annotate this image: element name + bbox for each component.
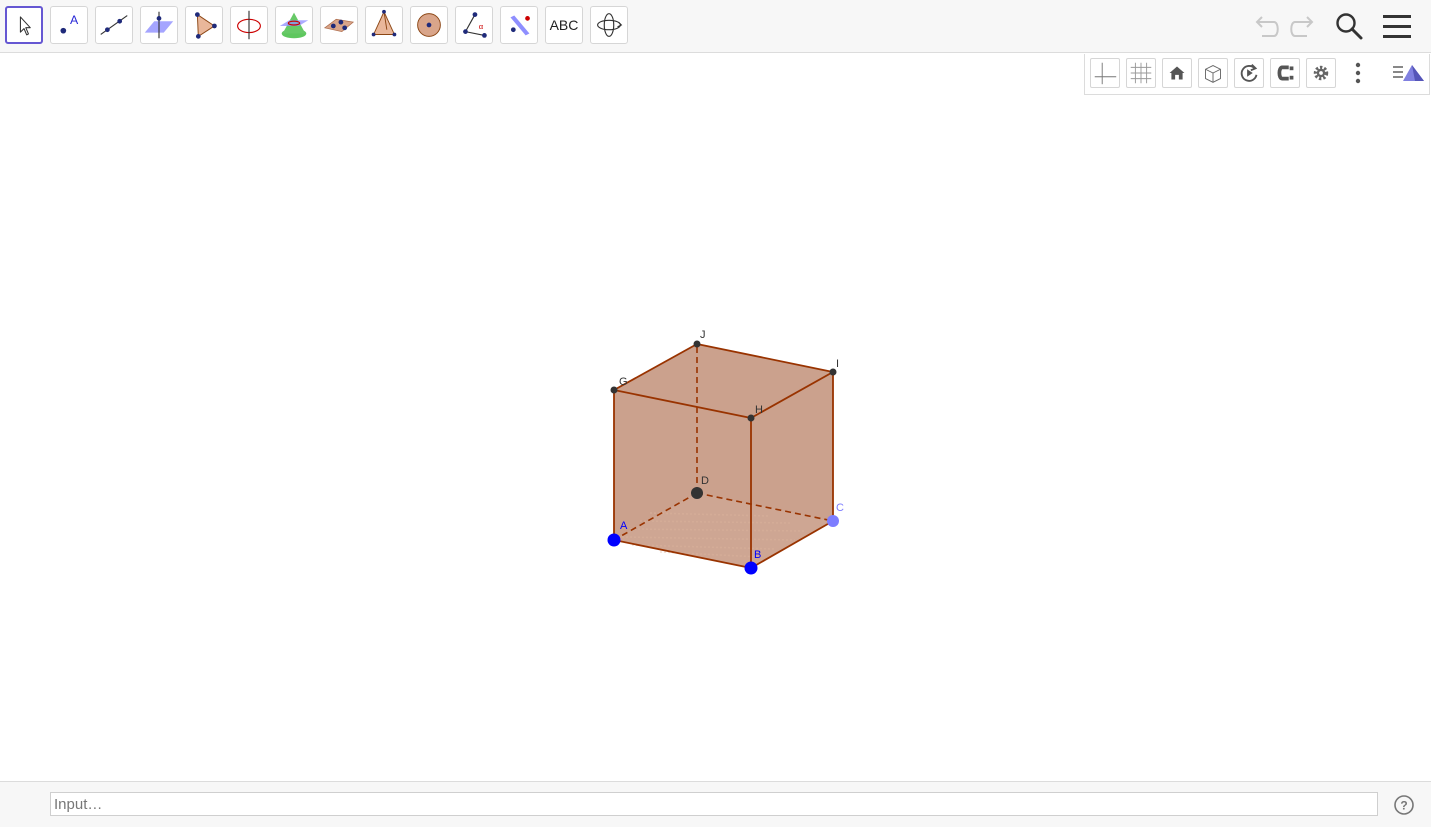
intersect-surfaces-tool-button[interactable] [275, 6, 313, 44]
search-button[interactable] [1331, 8, 1367, 44]
reflect-tool-button[interactable] [500, 6, 538, 44]
circle-axis-icon [237, 10, 261, 40]
text-icon: ABC [549, 17, 579, 33]
cone-plane-icon [279, 12, 309, 39]
point-label-h: H [755, 404, 763, 416]
perpendicular-line-icon [144, 11, 174, 39]
point-label-b: B [754, 549, 761, 561]
input-bar: ? [0, 781, 1431, 827]
algebra-input-field[interactable] [50, 792, 1378, 816]
arrow-cursor-icon [19, 16, 31, 36]
line-icon [100, 15, 128, 35]
polygon-tool-button[interactable] [185, 6, 223, 44]
point-label-d: D [701, 475, 709, 487]
face-front [614, 390, 751, 568]
point-label-j: J [700, 329, 706, 341]
rotate-view-tool-button[interactable] [590, 6, 628, 44]
sphere-tool-button[interactable] [410, 6, 448, 44]
toolbar: A α ABC [0, 0, 1431, 53]
rotate-view-icon [597, 13, 623, 37]
reflect-plane-icon [510, 15, 530, 36]
text-tool-button[interactable]: ABC [545, 6, 583, 44]
point-label-c: C [836, 502, 844, 514]
help-icon: ? [1394, 795, 1414, 815]
angle-icon: α [463, 12, 487, 38]
point-b[interactable] [744, 561, 758, 575]
undo-button[interactable] [1248, 8, 1284, 44]
pyramid-tool-button[interactable] [365, 6, 403, 44]
graphics-3d-view[interactable]: A B C D G H I J [0, 53, 1431, 780]
line-tool-button[interactable] [95, 6, 133, 44]
point-h[interactable] [747, 414, 755, 422]
redo-button[interactable] [1285, 8, 1321, 44]
plane-tool-button[interactable] [320, 6, 358, 44]
redo-icon [1290, 16, 1314, 37]
svg-text:?: ? [1400, 799, 1407, 813]
cube-drawing: A B C D G H I J [607, 329, 844, 575]
pyramid-icon [371, 9, 397, 37]
svg-text:α: α [479, 22, 484, 31]
circle-axis-tool-button[interactable] [230, 6, 268, 44]
main-menu-button[interactable] [1379, 8, 1415, 44]
move-tool-button[interactable] [5, 6, 43, 44]
search-icon [1336, 13, 1363, 40]
point-tool-button[interactable]: A [50, 6, 88, 44]
sphere-icon [417, 13, 441, 37]
menu-icon [1383, 15, 1411, 38]
undo-icon [1255, 16, 1279, 37]
point-icon: A [60, 13, 79, 34]
point-c[interactable] [827, 515, 839, 527]
point-j[interactable] [693, 340, 701, 348]
angle-tool-button[interactable]: α [455, 6, 493, 44]
plane-points-icon [323, 18, 355, 33]
point-label-g: G [619, 376, 628, 388]
perpendicular-line-tool-button[interactable] [140, 6, 178, 44]
point-label-a: A [620, 520, 628, 532]
point-label-i: I [836, 358, 839, 370]
point-d[interactable] [691, 487, 703, 499]
help-button[interactable]: ? [1393, 794, 1415, 816]
triangle-icon [195, 12, 217, 39]
point-g[interactable] [610, 386, 618, 394]
point-a[interactable] [607, 533, 621, 547]
point-tool-label: A [70, 13, 79, 27]
